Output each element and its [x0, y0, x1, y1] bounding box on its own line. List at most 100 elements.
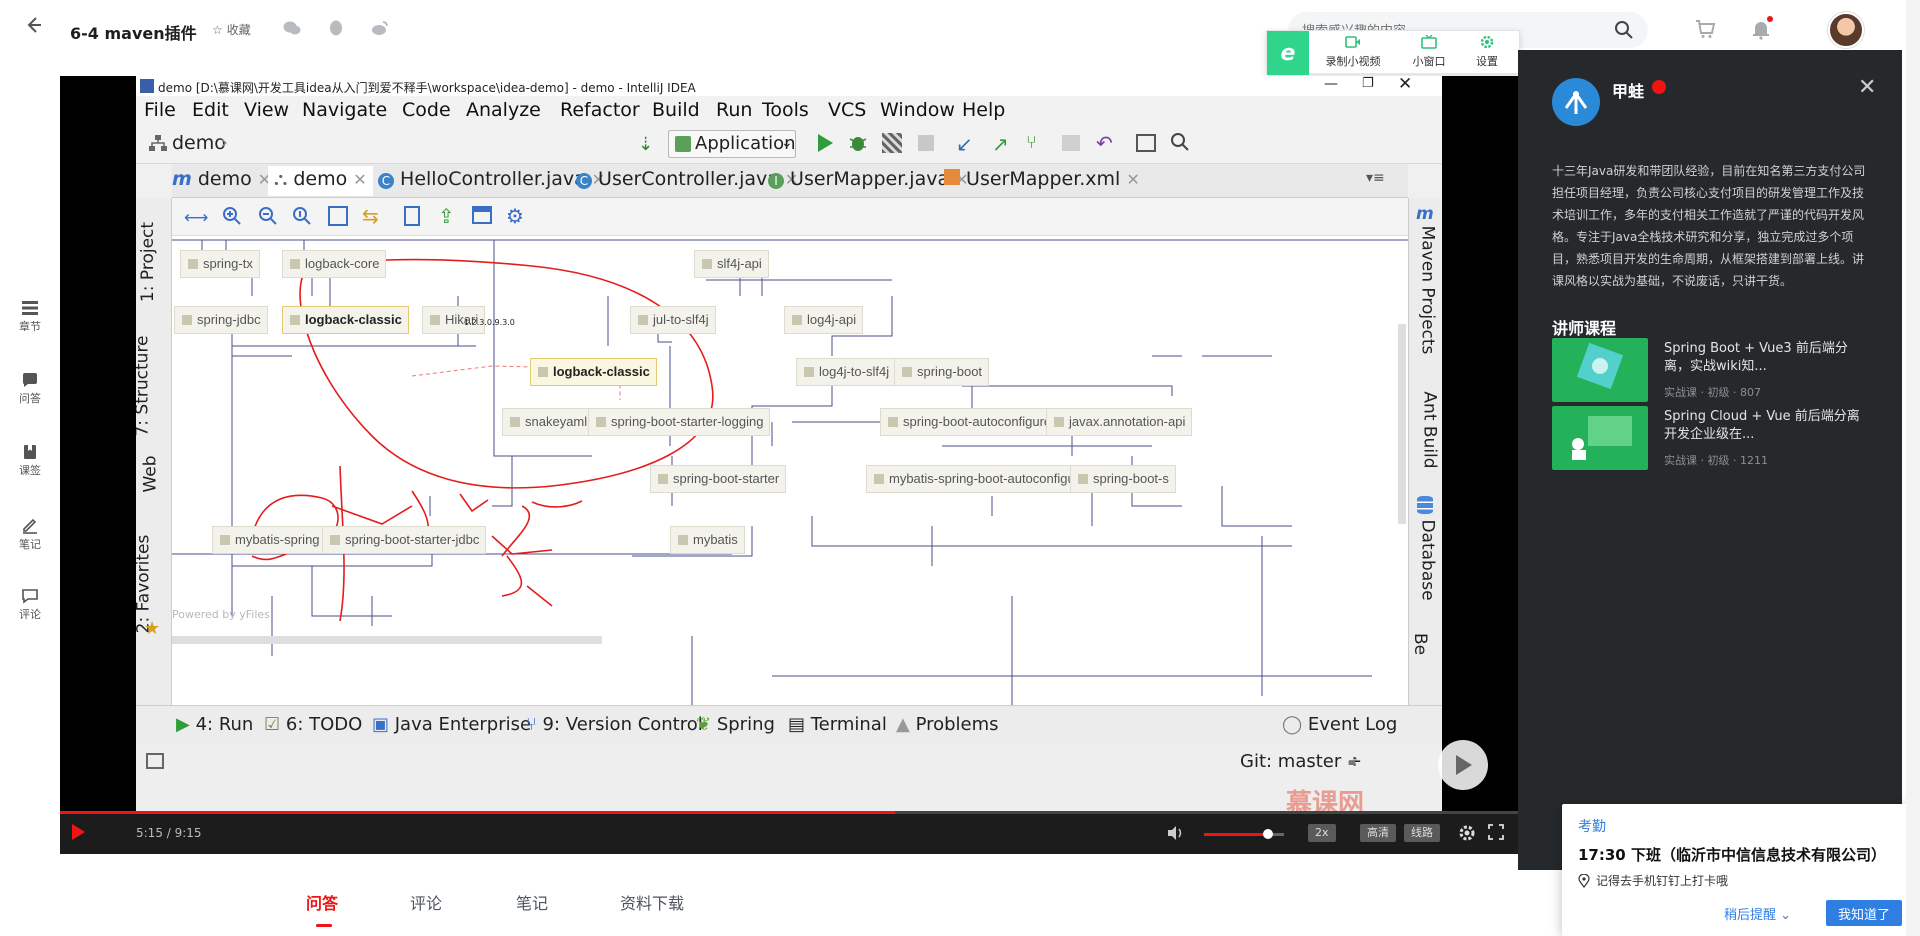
back-arrow-icon[interactable]	[20, 12, 48, 38]
volume-knob[interactable]	[1263, 829, 1273, 839]
tab-usercontroller[interactable]: C UserController.java ✕	[576, 168, 798, 196]
tool-version-control[interactable]: ⑂ 9: Version Control	[526, 714, 703, 735]
close-icon[interactable]: ✕	[1858, 77, 1878, 99]
tool-structure[interactable]: 7: Structure	[136, 335, 153, 436]
tab-downloads[interactable]: 资料下载	[620, 890, 684, 914]
remind-later-button[interactable]: 稍后提醒 ⌄	[1724, 904, 1791, 923]
minimize-icon[interactable]: —	[1324, 76, 1338, 92]
weibo-icon[interactable]	[370, 18, 390, 38]
close-icon[interactable]: ✕	[353, 170, 366, 189]
vcs-compare-icon[interactable]: ⑂	[1026, 132, 1037, 153]
apply-layout-icon[interactable]: ⇆	[362, 204, 379, 228]
diagram-node[interactable]: mybatis	[670, 526, 745, 554]
menu-build[interactable]: Build	[652, 99, 700, 121]
actual-size-icon[interactable]	[292, 206, 312, 230]
export-icon[interactable]: ⇪	[438, 204, 455, 228]
print-preview-icon[interactable]: ⚙	[506, 204, 524, 228]
sidebar-item-comments[interactable]: 评论	[8, 588, 52, 632]
video-frame[interactable]: demo [D:\慕课网\开发工具idea从入门到爱不释手\workspace\…	[136, 76, 1442, 811]
diagram-node[interactable]: mybatis-spring	[212, 526, 327, 554]
menu-analyze[interactable]: Analyze	[466, 99, 541, 121]
diagram-node[interactable]: mybatis-spring-boot-autoconfigure	[866, 465, 1094, 493]
tab-demo-module[interactable]: m demo ✕	[172, 168, 271, 196]
diagram-node[interactable]: spring-boot	[894, 358, 990, 386]
debug-icon[interactable]	[848, 133, 868, 157]
tool-bean-validation[interactable]: Be	[1410, 633, 1430, 655]
tab-demo-diagram[interactable]: ⛬ demo ✕	[268, 166, 373, 196]
coverage-icon[interactable]	[882, 133, 902, 153]
lock-icon[interactable]: 🔓︎	[1348, 753, 1357, 769]
menu-window[interactable]: Window	[880, 99, 955, 121]
fullscreen-icon[interactable]	[1488, 824, 1506, 842]
favorite-button[interactable]: ☆ 收藏	[212, 21, 251, 38]
zoom-out-icon[interactable]	[258, 206, 278, 230]
breadcrumb[interactable]: demo	[172, 132, 226, 154]
tab-hellocontroller[interactable]: C HelloController.java ✕	[378, 168, 605, 196]
stop-icon[interactable]	[918, 135, 934, 151]
course-card[interactable]: Spring Boot + Vue3 前后端分离，实战wiki知... 实战课 …	[1552, 338, 1872, 402]
wechat-icon[interactable]	[282, 18, 302, 38]
tool-todo[interactable]: ☑ 6: TODO	[264, 714, 362, 735]
diagram-node[interactable]: javax.annotation-api	[1046, 408, 1193, 436]
diagram-node[interactable]: jul-to-slf4j	[630, 306, 716, 334]
menu-tools[interactable]: Tools	[762, 99, 809, 121]
recorder-settings-button[interactable]: 设置	[1467, 35, 1507, 73]
save-diagram-icon[interactable]	[404, 206, 420, 226]
big-play-button[interactable]	[1438, 740, 1488, 790]
diagram-node[interactable]: spring-boot-starter-jdbc	[322, 526, 487, 554]
menu-run[interactable]: Run	[716, 99, 752, 121]
menu-navigate[interactable]: Navigate	[302, 99, 387, 121]
tool-spring[interactable]: ❦ Spring	[696, 714, 775, 735]
qq-icon[interactable]	[326, 18, 346, 38]
volume-icon[interactable]	[1166, 824, 1184, 842]
teacher-avatar[interactable]	[1552, 78, 1600, 126]
tab-usermapper-java[interactable]: I UserMapper.java ✕	[768, 168, 969, 196]
zoom-in-icon[interactable]	[222, 206, 242, 230]
dependency-diagram[interactable]: spring-tx logback-core slf4j-api spring-…	[172, 236, 1408, 705]
diagram-node[interactable]: slf4j-api	[694, 250, 769, 278]
acknowledge-button[interactable]: 我知道了	[1826, 900, 1902, 926]
tool-terminal[interactable]: ▤ Terminal	[788, 714, 887, 735]
diagram-node[interactable]: spring-tx	[180, 250, 260, 278]
diagram-node[interactable]: spring-jdbc	[174, 306, 268, 334]
project-structure-icon[interactable]	[1136, 134, 1156, 152]
diagram-node[interactable]: log4j-api	[784, 306, 864, 334]
layout-icon[interactable]: ⟷	[184, 208, 208, 228]
menu-edit[interactable]: Edit	[192, 99, 229, 121]
sidebar-item-qa[interactable]: 问答	[8, 372, 52, 416]
menu-file[interactable]: File	[144, 99, 176, 121]
user-avatar[interactable]	[1828, 12, 1864, 48]
tab-comments[interactable]: 评论	[410, 890, 442, 914]
git-branch-widget[interactable]: Git: master ÷	[1240, 751, 1362, 772]
record-video-button[interactable]: 录制小视频	[1319, 35, 1387, 73]
run-icon[interactable]	[816, 133, 834, 157]
vertical-scrollbar[interactable]	[1398, 324, 1406, 524]
restore-icon[interactable]: ❐	[1362, 76, 1374, 91]
sidebar-item-notes[interactable]: 笔记	[8, 516, 52, 560]
diagram-node[interactable]: spring-boot-starter-logging	[588, 408, 771, 436]
sort-down-icon[interactable]: ⇣	[638, 134, 658, 155]
diagram-node[interactable]: snakeyaml	[502, 408, 595, 436]
progress-track[interactable]	[60, 811, 1518, 814]
tool-web[interactable]: Web	[141, 455, 161, 492]
diagram-node[interactable]: spring-boot-autoconfigure	[880, 408, 1059, 436]
sidebar-item-chapters[interactable]: 章节	[8, 300, 52, 344]
play-icon[interactable]	[70, 823, 90, 843]
tool-problems[interactable]: ▲ Problems	[896, 714, 999, 735]
diagram-node[interactable]: spring-boot-s	[1070, 465, 1176, 493]
quality-button[interactable]: 高清	[1360, 824, 1396, 842]
tool-java-enterprise[interactable]: ▣ Java Enterprise	[372, 714, 531, 735]
close-icon[interactable]: ✕	[1398, 76, 1412, 94]
menu-vcs[interactable]: VCS	[828, 99, 866, 121]
tool-project[interactable]: 1: Project	[138, 222, 158, 302]
mini-window-button[interactable]: 小窗口	[1407, 34, 1451, 73]
tool-run[interactable]: ▶ 4: Run	[176, 714, 253, 735]
menu-help[interactable]: Help	[962, 99, 1005, 121]
volume-slider[interactable]	[1204, 829, 1284, 839]
tab-qa[interactable]: 问答	[306, 890, 338, 914]
diagram-node[interactable]: logback-classic	[282, 306, 409, 334]
gear-icon[interactable]	[1458, 824, 1476, 842]
fit-content-icon[interactable]	[328, 206, 348, 226]
vcs-update-icon[interactable]: ↙	[956, 132, 973, 156]
tool-database[interactable]: Database	[1418, 519, 1438, 600]
